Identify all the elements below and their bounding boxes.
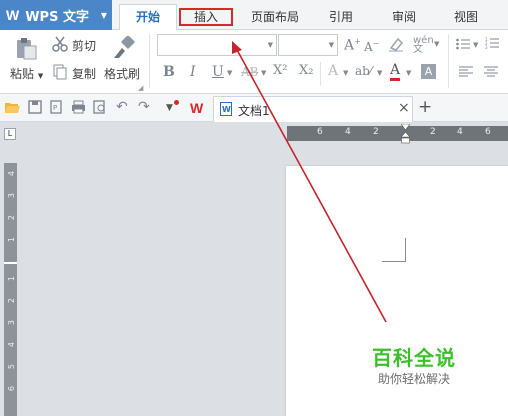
watermark-subtitle: 助你轻松解决 <box>378 372 451 386</box>
watermark-title: 百科全说 <box>372 346 456 370</box>
